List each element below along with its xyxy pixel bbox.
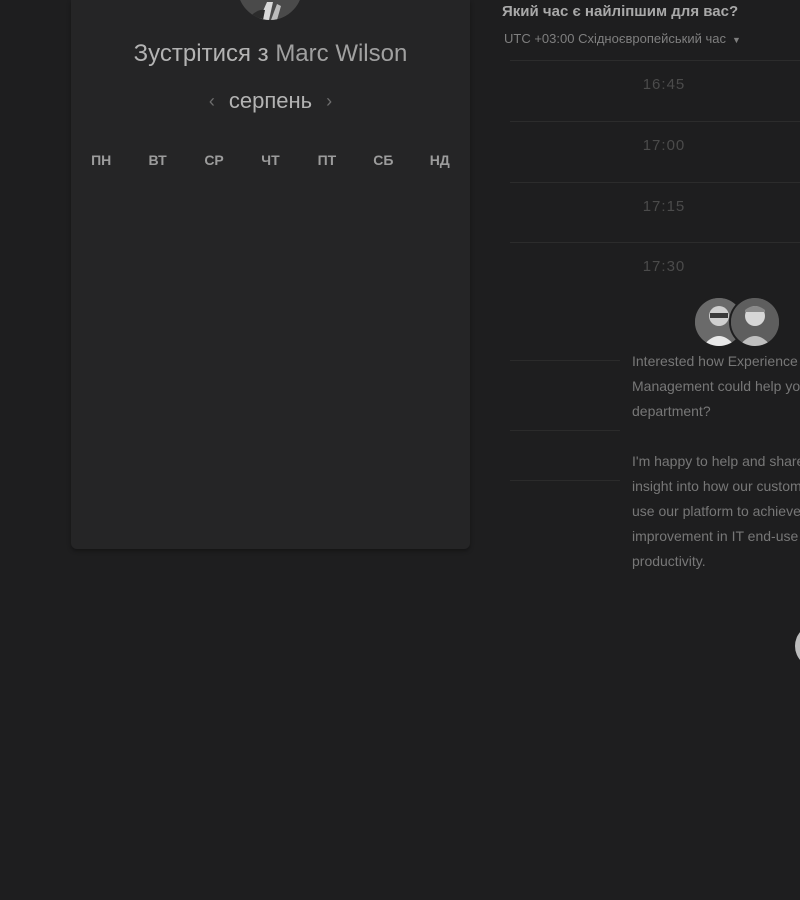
message-line: productivity. xyxy=(632,553,706,569)
month-navigation: ‹ серпень › xyxy=(71,88,470,114)
chat-agents-avatars xyxy=(693,296,781,348)
message-line: improvement in IT end-use xyxy=(632,528,799,544)
weekday-thu: ЧТ xyxy=(261,152,280,168)
weekday-header: ПН ВТ СР ЧТ ПТ СБ НД xyxy=(71,152,470,168)
message-line: insight into how our custom xyxy=(632,478,800,494)
time-slot[interactable]: 16:45 xyxy=(510,60,800,121)
weekday-wed: СР xyxy=(204,152,224,168)
divider xyxy=(510,360,620,361)
time-slot-label: 16:45 xyxy=(642,76,686,93)
message-line: department? xyxy=(632,403,711,419)
time-slot[interactable]: 17:15 xyxy=(510,182,800,243)
timezone-label: UTC +03:00 Східноєвропейський час xyxy=(504,31,726,46)
host-name: Marc Wilson xyxy=(275,40,408,67)
message-line: Interested how Experience xyxy=(632,353,798,369)
message-line: Management could help yo xyxy=(632,378,800,394)
divider xyxy=(510,430,620,431)
time-slot-label: 17:30 xyxy=(642,258,686,275)
chevron-right-icon[interactable]: › xyxy=(326,91,332,112)
chat-message: Interested how Experience Management cou… xyxy=(632,349,800,599)
weekday-fri: ПТ xyxy=(317,152,337,168)
weekday-tue: ВТ xyxy=(148,152,167,168)
chevron-left-icon[interactable]: ‹ xyxy=(209,91,215,112)
time-slot-label: 17:15 xyxy=(642,198,686,215)
chat-launcher-button[interactable] xyxy=(795,624,800,668)
caret-down-icon: ▼ xyxy=(731,35,741,45)
message-line: use our platform to achieve xyxy=(632,503,800,519)
weekday-sat: СБ xyxy=(373,152,394,168)
meeting-title: Зустрітися з Marc Wilson xyxy=(71,40,470,68)
weekday-sun: НД xyxy=(429,152,450,168)
message-paragraph: I'm happy to help and share insight into… xyxy=(632,449,800,574)
divider xyxy=(510,480,620,481)
calendar-panel xyxy=(71,0,470,549)
time-slot[interactable]: 17:00 xyxy=(510,121,800,182)
agent-avatar xyxy=(729,296,781,348)
weekday-mon: ПН xyxy=(91,152,112,168)
time-slot-label: 17:00 xyxy=(642,137,686,154)
timezone-dropdown[interactable]: UTC +03:00 Східноєвропейський час ▼ xyxy=(504,31,741,46)
message-paragraph: Interested how Experience Management cou… xyxy=(632,349,800,424)
message-line: I'm happy to help and share xyxy=(632,453,800,469)
month-label: серпень xyxy=(228,88,313,113)
time-slot[interactable]: 17:30 xyxy=(510,242,800,303)
time-question: Який час є найліпшим для вас? xyxy=(502,3,739,20)
title-prefix: Зустрітися з xyxy=(133,40,269,67)
